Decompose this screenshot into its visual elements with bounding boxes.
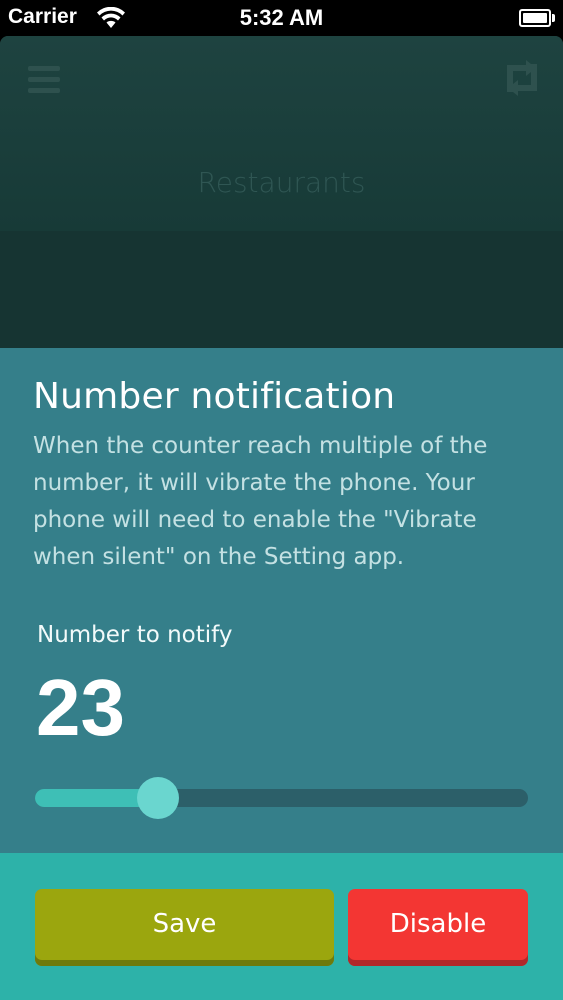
app-header-lower [0,231,563,351]
slider-thumb[interactable] [137,777,180,819]
number-to-notify-value: 23 [36,663,125,752]
save-button[interactable]: Save [35,889,334,966]
panel-description: When the counter reach multiple of the n… [33,433,488,570]
battery-icon [519,9,555,27]
number-to-notify-label: Number to notify [37,622,233,648]
repeat-icon[interactable] [500,58,544,98]
disable-button[interactable]: Disable [348,889,528,966]
clock: 5:32 AM [239,5,324,30]
panel-title: Number notification [33,376,396,417]
footer: Save Disable [0,853,563,1000]
number-slider[interactable] [35,777,528,819]
number-notification-panel: Number notification When the counter rea… [0,348,563,853]
hamburger-menu-icon[interactable] [28,66,60,94]
app-header: Restaurants [0,36,563,231]
status-bar: Carrier 5:32 AM [0,0,563,36]
app-title: Restaurants [197,166,366,199]
